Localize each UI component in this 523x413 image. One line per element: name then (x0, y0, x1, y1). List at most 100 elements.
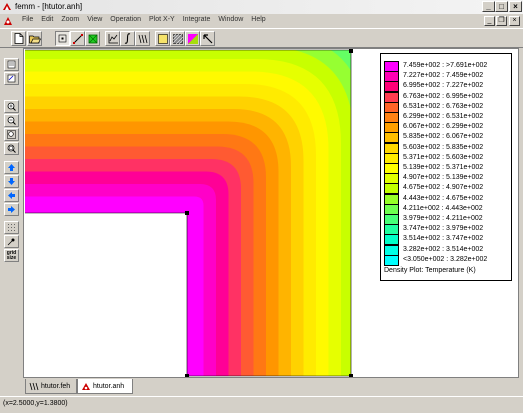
corner-node[interactable] (185, 374, 189, 377)
legend-label: 4.211e+002 : 4.443e+002 (403, 204, 483, 212)
mdi-minimize-button[interactable]: _ (484, 16, 495, 26)
tab-label: htutor.feh (41, 382, 71, 390)
status-bar: (x=2.5000,y=1.3800) (0, 396, 523, 413)
integrate-icon (124, 33, 130, 44)
legend-label: 6.763e+002 : 6.995e+002 (403, 92, 484, 100)
tab-htutor-anh[interactable]: htutor.anh (77, 379, 133, 394)
integrate-button[interactable] (120, 31, 135, 46)
legend-label: 4.675e+002 : 4.907e+002 (403, 184, 484, 192)
snap-icon (7, 238, 15, 246)
legend-caption: Density Plot: Temperature (K) (384, 267, 476, 274)
document-tabs: htutor.feh htutor.anh (23, 379, 519, 395)
grid-button[interactable] (4, 221, 19, 234)
snap-button[interactable] (4, 235, 19, 248)
corner-node[interactable] (349, 49, 353, 53)
open-file-button[interactable] (27, 31, 42, 46)
menu-plot-xy[interactable]: Plot X-Y (145, 16, 179, 23)
area-mode-icon (88, 34, 97, 43)
mesh-doc-icon (29, 382, 39, 390)
zoom-in-icon (7, 102, 16, 111)
pan-down-button[interactable] (4, 175, 19, 188)
toolbar (0, 28, 523, 48)
menu-help[interactable]: Help (247, 16, 269, 23)
legend-label: 4.907e+002 : 5.139e+002 (403, 174, 484, 182)
block-integral-button[interactable] (135, 31, 150, 46)
result-doc-icon (82, 382, 90, 390)
mdi-close-button[interactable]: × (509, 16, 520, 26)
legend-label: 6.531e+002 : 6.763e+002 (403, 102, 484, 110)
corner-node[interactable] (349, 374, 353, 377)
legend-label: 6.299e+002 : 6.531e+002 (403, 113, 484, 120)
close-button[interactable]: × (509, 1, 522, 12)
zoom-in-button[interactable] (4, 100, 19, 113)
legend-label: 3.514e+002 : 3.747e+002 (403, 235, 484, 243)
legend-entry: <3.050e+002 : 3.282e+002 (384, 254, 510, 266)
block-integral-icon (138, 34, 147, 43)
notes-icon (7, 74, 16, 83)
menu-edit[interactable]: Edit (37, 16, 57, 23)
legend-label: 3.282e+002 : 3.514e+002 (403, 245, 484, 253)
zoom-out-button[interactable] (4, 114, 19, 127)
menu-file[interactable]: File (18, 16, 37, 23)
new-file-button[interactable] (11, 31, 26, 46)
legend-label: 5.371e+002 : 5.603e+002 (403, 153, 484, 161)
menu-view[interactable]: View (83, 16, 106, 23)
legend-label: 4.443e+002 : 4.675e+002 (403, 194, 484, 202)
legend-swatch (384, 254, 399, 266)
corner-node[interactable] (185, 211, 189, 215)
contour-mode-button[interactable] (70, 31, 85, 46)
show-mesh-icon (157, 33, 168, 44)
pan-down-icon (8, 178, 15, 185)
maximize-button[interactable]: □ (495, 1, 508, 12)
point-mode-button[interactable] (55, 31, 70, 46)
plot-xy-button[interactable] (105, 31, 120, 46)
plot-canvas[interactable]: 7.459e+002 : >7.691e+002 7.227e+002 : 7.4… (23, 48, 519, 378)
zoom-out-icon (7, 116, 16, 125)
legend-label: 5.139e+002 : 5.371e+002 (403, 164, 484, 171)
femm-app-icon (3, 3, 11, 10)
legend-label: 7.227e+002 : 7.459e+002 (403, 72, 484, 80)
title-bar: femm - [htutor.anh] _ □ × (0, 0, 523, 15)
zoom-natural-icon (7, 130, 16, 139)
show-vectors-button[interactable] (185, 31, 200, 46)
document-icon[interactable] (3, 16, 14, 26)
open-folder-icon (28, 35, 41, 43)
tab-htutor-feh[interactable]: htutor.feh (25, 379, 77, 394)
legend-label: 7.459e+002 : >7.691e+002 (403, 62, 488, 69)
legend-label: 5.603e+002 : 5.835e+002 (403, 143, 484, 151)
pan-up-button[interactable] (4, 161, 19, 174)
menu-operation[interactable]: Operation (106, 16, 145, 23)
edit-icon (7, 60, 16, 69)
contour-mode-icon (72, 33, 83, 44)
legend-label: 5.835e+002 : 6.067e+002 (403, 133, 484, 141)
select-arrow-icon (202, 33, 212, 43)
area-mode-button[interactable] (85, 31, 100, 46)
coordinate-readout: (x=2.5000,y=1.3800) (3, 400, 68, 407)
window-title: femm - [htutor.anh] (15, 2, 83, 11)
legend-label: 6.995e+002 : 7.227e+002 (403, 82, 484, 90)
select-arrow-button[interactable] (200, 31, 215, 46)
pan-right-icon (8, 206, 15, 213)
menu-zoom[interactable]: Zoom (57, 16, 83, 23)
menu-window[interactable]: Window (214, 16, 247, 23)
tab-label: htutor.anh (93, 382, 125, 390)
zoom-natural-button[interactable] (4, 128, 19, 141)
notes-button[interactable] (4, 72, 19, 85)
minimize-button[interactable]: _ (482, 1, 495, 12)
point-mode-icon (58, 34, 67, 43)
menu-bar: File Edit Zoom View Operation Plot X-Y I… (0, 14, 523, 28)
left-toolbar: grid size (0, 48, 22, 396)
edit-button[interactable] (4, 58, 19, 71)
zoom-window-button[interactable] (4, 142, 19, 155)
menu-integrate[interactable]: Integrate (179, 16, 215, 23)
legend-label: 3.747e+002 : 3.979e+002 (403, 225, 484, 233)
pan-left-button[interactable] (4, 189, 19, 202)
show-density-button[interactable] (170, 31, 185, 46)
mdi-restore-button[interactable]: ❐ (496, 16, 507, 26)
show-density-icon (172, 33, 183, 44)
zoom-window-icon (7, 144, 16, 153)
show-mesh-button[interactable] (155, 31, 170, 46)
pan-right-button[interactable] (4, 203, 19, 216)
legend-label: <3.050e+002 : 3.282e+002 (403, 255, 488, 263)
grid-size-button[interactable]: grid size (4, 249, 19, 262)
